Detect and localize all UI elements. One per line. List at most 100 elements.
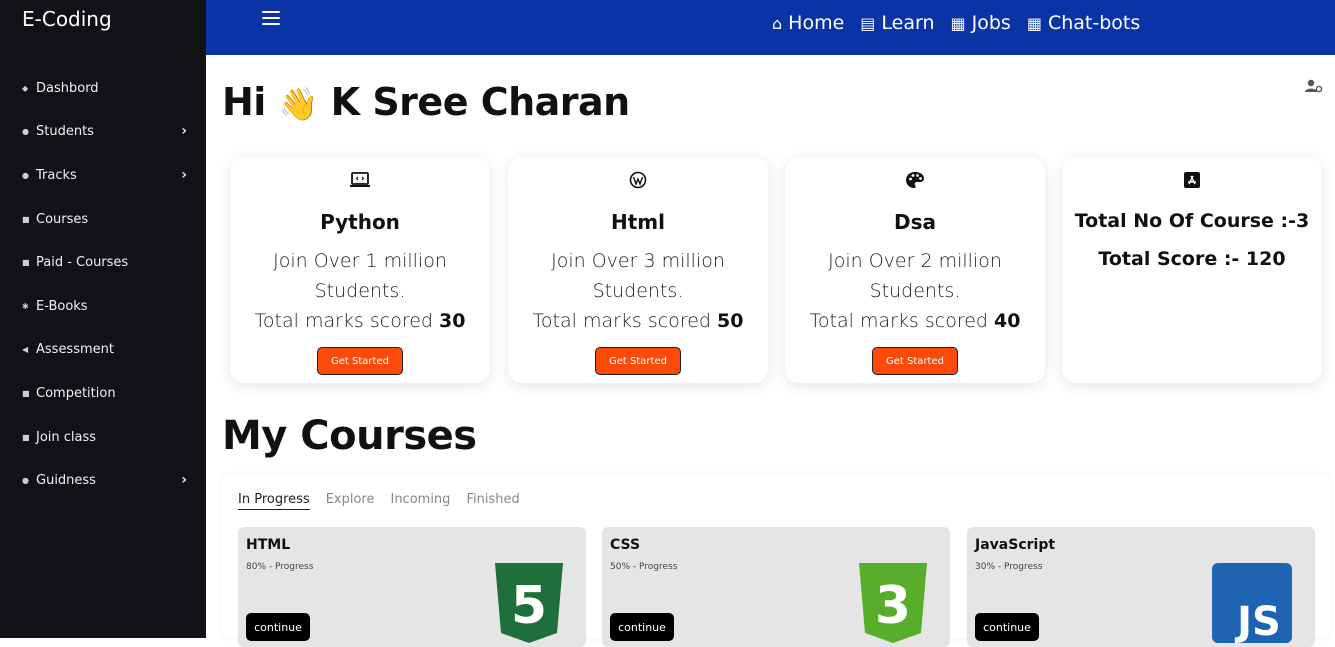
course-card-description: Join Over 2 million Students. Total mark… xyxy=(795,246,1035,336)
continue-button[interactable]: continue xyxy=(610,613,674,641)
sidebar-item-courses[interactable]: ■ Courses xyxy=(22,208,187,230)
app-store-icon xyxy=(1062,171,1322,194)
nav-link-label: Home xyxy=(788,12,845,34)
course-card-join-text: Join Over 3 million Students. xyxy=(551,250,725,302)
database-icon: ● xyxy=(22,126,29,136)
nav-link-label: Learn xyxy=(881,12,935,34)
my-course-card-html: HTML 80% - Progress continue 5 xyxy=(238,527,586,647)
sidebar-item-assessment[interactable]: ◀ Assessment xyxy=(22,338,187,360)
laptop-code-icon xyxy=(230,171,490,194)
courses-icon: ■ xyxy=(22,257,30,267)
nav-link-learn[interactable]: ▤ Learn xyxy=(860,12,934,34)
sidebar-item-paid-courses[interactable]: ■ Paid - Courses xyxy=(22,251,187,273)
sidebar-item-join-class[interactable]: ■ Join class xyxy=(22,426,187,448)
my-course-progress: 30% - Progress xyxy=(975,562,1043,572)
course-card-marks-value: 40 xyxy=(994,310,1021,332)
sidebar-item-label: Tracks xyxy=(36,167,77,183)
course-card-title: Python xyxy=(320,210,400,234)
course-card-dsa: Dsa Join Over 2 million Students. Total … xyxy=(785,157,1045,383)
chevron-right-icon: › xyxy=(181,472,187,488)
my-course-progress: 50% - Progress xyxy=(610,562,678,572)
ebooks-icon: ✱ xyxy=(22,301,29,311)
sidebar-item-ebooks[interactable]: ✱ E-Books xyxy=(22,295,187,317)
sidebar-item-students[interactable]: ● Students › xyxy=(22,120,187,142)
database-icon: ● xyxy=(22,170,29,180)
course-card-title: Dsa xyxy=(893,210,936,234)
sidebar: E-Coding ◆ Dashbord ● Students › ● Track… xyxy=(0,0,206,638)
top-nav-links: ⌂ Home ▤ Learn ▦ Jobs ▦ Chat-bots xyxy=(772,12,1140,34)
sidebar-item-label: E-Books xyxy=(36,298,88,314)
sidebar-item-guidness[interactable]: ● Guidness › xyxy=(22,469,187,491)
sidebar-item-label: Paid - Courses xyxy=(36,254,129,270)
my-course-name: HTML xyxy=(246,537,291,553)
top-navbar: ⌂ Home ▤ Learn ▦ Jobs ▦ Chat-bots xyxy=(206,0,1335,55)
course-card-join-text: Join Over 1 million Students. xyxy=(273,250,447,302)
my-course-progress: 80% - Progress xyxy=(246,562,314,572)
chevron-right-icon: › xyxy=(181,167,187,183)
course-card-python: Python Join Over 1 million Students. Tot… xyxy=(230,157,490,383)
user-settings-icon[interactable] xyxy=(1305,79,1323,95)
course-card-join-text: Join Over 2 million Students. xyxy=(828,250,1002,302)
course-card-marks-label: Total marks scored xyxy=(254,310,433,332)
sidebar-item-tracks[interactable]: ● Tracks › xyxy=(22,164,187,186)
nav-link-label: Jobs xyxy=(971,12,1011,34)
greeting-title: Hi 👋 K Sree Charan xyxy=(222,80,630,124)
css3-logo-icon: 3 xyxy=(859,563,927,647)
database-icon: ● xyxy=(22,475,29,485)
my-course-card-javascript: JavaScript 30% - Progress continue JS xyxy=(967,527,1315,647)
dashboard-icon: ◆ xyxy=(22,83,29,93)
sidebar-item-label: Students xyxy=(36,123,94,139)
course-card-marks-label: Total marks scored xyxy=(532,310,711,332)
sidebar-item-label: Join class xyxy=(36,429,97,445)
tab-in-progress[interactable]: In Progress xyxy=(238,492,310,510)
course-card-description: Join Over 3 million Students. Total mark… xyxy=(518,246,758,336)
nav-link-label: Chat-bots xyxy=(1047,12,1141,34)
nav-link-chatbots[interactable]: ▦ Chat-bots xyxy=(1027,12,1140,34)
course-card-html: Html Join Over 3 million Students. Total… xyxy=(508,157,768,383)
sidebar-item-label: Courses xyxy=(36,211,89,227)
book-icon: ▤ xyxy=(860,13,876,33)
total-score-stat: Total Score :- 120 xyxy=(1098,248,1286,270)
courses-icon: ■ xyxy=(22,214,30,224)
continue-button[interactable]: continue xyxy=(975,613,1039,641)
brand-logo[interactable]: E-Coding xyxy=(22,7,112,31)
summary-card: Total No Of Course :-3 Total Score :- 12… xyxy=(1062,157,1322,383)
my-courses-panel: In Progress Explore Incoming Finished HT… xyxy=(222,476,1330,647)
hamburger-menu-icon[interactable] xyxy=(262,11,280,25)
nav-link-home[interactable]: ⌂ Home xyxy=(772,12,844,34)
my-course-card-css: CSS 50% - Progress continue 3 xyxy=(602,527,950,647)
assessment-icon: ◀ xyxy=(22,344,29,354)
get-started-button[interactable]: Get Started xyxy=(595,347,681,375)
chatbot-icon: ▦ xyxy=(1026,13,1042,33)
palette-icon xyxy=(785,171,1045,194)
course-card-marks-label: Total marks scored xyxy=(809,310,988,332)
tab-explore[interactable]: Explore xyxy=(326,492,375,510)
get-started-button[interactable]: Get Started xyxy=(872,347,958,375)
course-card-title: Html xyxy=(611,210,665,234)
tab-finished[interactable]: Finished xyxy=(466,492,519,510)
chevron-right-icon: › xyxy=(181,123,187,139)
course-card-marks-value: 50 xyxy=(717,310,744,332)
sidebar-item-competition[interactable]: ■ Competition xyxy=(22,382,187,404)
tab-incoming[interactable]: Incoming xyxy=(390,492,450,510)
course-card-description: Join Over 1 million Students. Total mark… xyxy=(240,246,480,336)
total-courses-stat: Total No Of Course :-3 xyxy=(1074,210,1310,232)
my-course-name: CSS xyxy=(610,537,641,553)
lock-icon: ■ xyxy=(22,388,30,398)
greeting-user-name: K Sree Charan xyxy=(330,80,631,124)
course-card-marks-value: 30 xyxy=(439,310,466,332)
my-courses-heading: My Courses xyxy=(222,413,477,459)
get-started-button[interactable]: Get Started xyxy=(317,347,403,375)
sidebar-item-label: Guidness xyxy=(36,472,96,488)
home-icon: ⌂ xyxy=(772,13,783,33)
greeting-hi: Hi xyxy=(222,80,266,124)
sidebar-item-label: Dashbord xyxy=(36,80,99,96)
nav-link-jobs[interactable]: ▦ Jobs xyxy=(951,12,1011,34)
css3-logo-text: 3 xyxy=(875,576,911,636)
continue-button[interactable]: continue xyxy=(246,613,310,641)
js-logo-text: JS xyxy=(1234,599,1281,643)
wordpress-icon xyxy=(508,171,768,194)
js-logo-icon: JS xyxy=(1212,563,1292,647)
sidebar-item-dashboard[interactable]: ◆ Dashbord xyxy=(22,77,187,99)
wave-emoji-icon: 👋 xyxy=(278,85,319,123)
